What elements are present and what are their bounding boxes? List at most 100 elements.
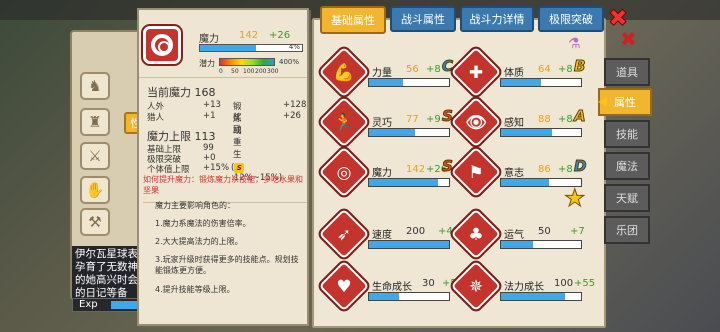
weapon-slot-icon[interactable]: ⚔: [80, 142, 110, 170]
stat-hp-growth[interactable]: ♥ 生命成长 30 +51: [318, 260, 463, 312]
gloves-slot-icon[interactable]: ✋: [80, 176, 110, 204]
tab-combat-attributes[interactable]: 战斗属性: [390, 6, 456, 32]
stat-label: 灵巧: [372, 118, 392, 129]
stat-bonus: +8: [558, 114, 573, 125]
stat-luck[interactable]: ♣ 运气 50 +7: [450, 208, 594, 260]
side-tab-items[interactable]: 道具: [604, 58, 650, 86]
stat-value: 50: [538, 226, 551, 237]
strength-icon: 💪: [333, 63, 355, 83]
desc-item: 2.大大提高法力的上限。: [155, 237, 243, 246]
luck-icon: ♣: [468, 225, 484, 245]
stat-base: 86: [538, 164, 551, 175]
stat-magic[interactable]: ◎ 魔力 142 +26 S: [318, 146, 462, 198]
stat-bar: [368, 78, 450, 87]
stat-base: 64: [538, 64, 551, 75]
cloak-slot-icon[interactable]: ♜: [80, 108, 110, 136]
stat-bonus: +8: [558, 64, 573, 75]
potential-tick: 0: [219, 68, 223, 75]
exp-label: Exp: [79, 299, 98, 310]
tab-limit-break[interactable]: 极限突破: [538, 6, 604, 32]
detail-header: 魔力 142 +26 4% 潜力 0 50 100 200 300 400%: [139, 10, 307, 78]
desc-title: 魔力主要影响角色的：: [155, 201, 235, 210]
stat-mp-growth[interactable]: ✵ 法力成长 100 +55: [450, 260, 595, 312]
grade-badge: B: [573, 57, 586, 76]
attribute-detail-panel: 魔力 142 +26 4% 潜力 0 50 100 200 300 400% 当…: [137, 8, 309, 326]
stat-base: 88: [538, 114, 551, 125]
limit-title: 魔力上限 113: [147, 130, 216, 143]
close-icon-secondary[interactable]: ✖: [620, 29, 638, 49]
stat-label: 意志: [504, 168, 524, 179]
potential-pct: 400%: [279, 58, 300, 66]
stat-value: 100: [554, 278, 574, 289]
willpower-icon: ⚑: [468, 163, 484, 183]
stat-bar: [500, 128, 582, 137]
magic-icon: [143, 26, 181, 64]
stat-label: 运气: [504, 230, 524, 241]
potential-bar: [219, 58, 275, 66]
magic-icon: ◎: [336, 163, 352, 183]
helmet-slot-icon[interactable]: ♞: [80, 72, 110, 100]
stat-bonus: +9: [426, 114, 441, 125]
arrow-right-icon: ◀: [598, 94, 608, 108]
stat-perception[interactable]: 👁 感知 88 +8 A: [450, 96, 594, 148]
attr-name: 魔力: [199, 34, 219, 45]
stat-bar: [500, 240, 582, 249]
potential-tick: 50: [231, 68, 239, 75]
stat-base: 77: [406, 114, 419, 125]
stat-label: 感知: [504, 118, 524, 129]
stat-label: 生命成长: [372, 282, 412, 293]
attr-progress-bar: 4%: [199, 43, 303, 52]
stat-label: 力量: [372, 68, 392, 79]
hp-growth-icon: ♥: [336, 277, 352, 297]
stat-label: 体质: [504, 68, 524, 79]
current-title: 当前魔力 168: [147, 86, 216, 99]
potential-tick: 100: [243, 68, 255, 75]
stat-base: 142: [406, 164, 426, 175]
stat-bar: [368, 128, 450, 137]
tab-basic-attributes[interactable]: 基础属性: [320, 6, 386, 34]
attr-progress-pct: 4%: [288, 43, 300, 51]
stat-bar: [500, 78, 582, 87]
stat-value: 30: [422, 278, 435, 289]
potential-label: 潜力: [199, 59, 215, 68]
potential-tick: 200: [255, 68, 267, 75]
grade-badge: D: [573, 157, 587, 176]
tab-combat-power-details[interactable]: 战斗力详情: [460, 6, 534, 32]
boots-slot-icon[interactable]: ⚒: [80, 208, 110, 236]
tip-text: 如何提升魔力：锻炼魔力系技能，多吃水果和坚果: [143, 174, 307, 203]
stat-value: 200: [406, 226, 426, 237]
agility-icon: 🏃: [333, 113, 355, 133]
potion-icon[interactable]: ⚗: [568, 36, 582, 56]
stat-strength[interactable]: 💪 力量 56 +8 C: [318, 46, 462, 98]
side-tab-magic[interactable]: 魔法: [604, 152, 650, 180]
stat-bonus: +8: [426, 64, 441, 75]
desc-item: 4.提升技能等级上限。: [155, 285, 235, 294]
attr-bonus: +26: [269, 30, 291, 41]
stat-bar: [368, 178, 450, 187]
stat-label: 法力成长: [504, 282, 544, 293]
grade-badge: A: [574, 107, 587, 126]
grade-s-icon: S: [234, 163, 245, 173]
stat-bonus: +7: [570, 226, 585, 237]
stat-constitution[interactable]: ✚ 体质 64 +8 B: [450, 46, 594, 98]
stat-agility[interactable]: 🏃 灵巧 77 +9 S: [318, 96, 462, 148]
stat-label: 魔力: [372, 168, 392, 179]
star-icon[interactable]: ★: [564, 184, 586, 213]
stat-bonus: +8: [558, 164, 573, 175]
side-tab-skills[interactable]: 技能: [604, 120, 650, 148]
side-tab-band[interactable]: 乐团: [604, 216, 650, 244]
potential-tick: 300: [267, 68, 279, 75]
current-row: 猎人 +1 奖励 +26: [147, 111, 301, 135]
attribute-tabs: 基础属性 战斗属性 战斗力详情 极限突破: [320, 6, 604, 34]
stat-bar: [368, 240, 450, 249]
side-tab-talent[interactable]: 天赋: [604, 184, 650, 212]
perception-icon: 👁: [465, 113, 487, 133]
speed-icon: ➶: [336, 225, 352, 245]
desc-item: 3.玩家升级时获得更多的技能点。规划技能锻炼更方便。: [155, 255, 299, 275]
stat-base: 56: [406, 64, 419, 75]
stat-bar: [368, 292, 450, 301]
attr-base: 142: [239, 30, 259, 41]
stat-speed[interactable]: ➶ 速度 200 +42: [318, 208, 462, 260]
stat-bar: [500, 292, 582, 301]
desc-item: 1.魔力系魔法的伤害倍率。: [155, 219, 251, 228]
